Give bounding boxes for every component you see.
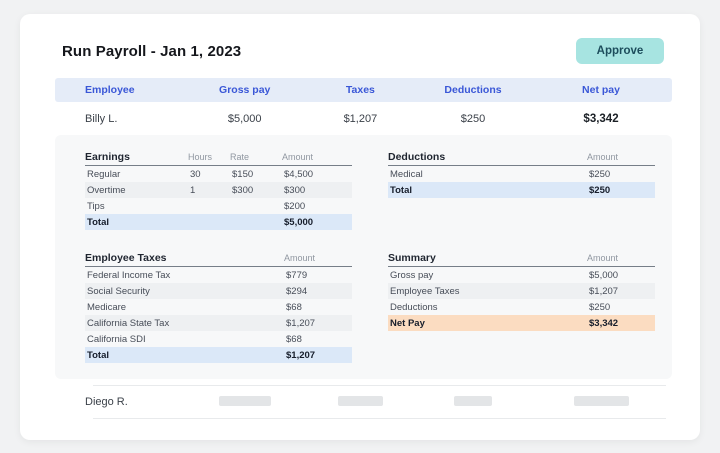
earnings-table: Earnings Hours Rate Amount Regular 30 $1…	[85, 149, 352, 230]
table-row-diego[interactable]: Diego R.	[55, 386, 672, 418]
earnings-rate-header: Rate	[230, 152, 282, 162]
taxes-value: $1,207	[305, 113, 416, 125]
earnings-header-row: Earnings Hours Rate Amount	[85, 149, 352, 166]
deductions-total-row: Total $250	[388, 182, 655, 198]
row-label: Medical	[388, 169, 587, 180]
row-label: Regular	[85, 169, 188, 180]
placeholder-cell	[185, 396, 305, 409]
employee-name: Diego R.	[55, 396, 185, 408]
column-header-net-pay: Net pay	[530, 84, 672, 96]
summary-header-row: Summary Amount	[388, 250, 655, 267]
total-label: Total	[85, 217, 188, 228]
column-header-deductions: Deductions	[416, 84, 530, 96]
total-label: Net Pay	[388, 318, 587, 329]
deductions-row-medical: Medical $250	[388, 166, 655, 182]
row-amount: $250	[587, 302, 655, 313]
earnings-row-tips: Tips $200	[85, 198, 352, 214]
placeholder-bar	[219, 396, 271, 406]
total-amount: $5,000	[282, 217, 352, 228]
placeholder-cell	[530, 396, 672, 409]
row-hours: 30	[188, 169, 230, 180]
row-amount: $200	[282, 201, 352, 212]
total-amount: $3,342	[587, 318, 655, 329]
employee-taxes-title: Employee Taxes	[85, 252, 284, 264]
row-amount: $779	[284, 270, 352, 281]
summary-table: Summary Amount Gross pay $5,000 Employee…	[388, 250, 655, 363]
billy-detail-panel: Earnings Hours Rate Amount Regular 30 $1…	[55, 135, 672, 379]
tax-row-ca-sdi: California SDI $68	[85, 331, 352, 347]
row-amount: $250	[587, 169, 655, 180]
row-label: Federal Income Tax	[85, 270, 284, 281]
total-amount: $1,207	[284, 350, 352, 361]
earnings-row-overtime: Overtime 1 $300 $300	[85, 182, 352, 198]
employee-taxes-amount-header: Amount	[284, 253, 352, 263]
row-amount: $1,207	[587, 286, 655, 297]
row-label: Deductions	[388, 302, 587, 313]
row-amount: $68	[284, 334, 352, 345]
row-amount: $300	[282, 185, 352, 196]
approve-button[interactable]: Approve	[576, 38, 664, 64]
placeholder-cell	[305, 396, 416, 409]
row-rate: $300	[230, 185, 282, 196]
row-label: Social Security	[85, 286, 284, 297]
summary-net-pay-row: Net Pay $3,342	[388, 315, 655, 331]
payroll-card: Run Payroll - Jan 1, 2023 Approve Employ…	[20, 14, 700, 440]
employee-name: Billy L.	[55, 113, 185, 125]
column-header-taxes: Taxes	[305, 84, 416, 96]
employee-taxes-header-row: Employee Taxes Amount	[85, 250, 352, 267]
tax-row-medicare: Medicare $68	[85, 299, 352, 315]
employee-taxes-table: Employee Taxes Amount Federal Income Tax…	[85, 250, 352, 363]
earnings-row-regular: Regular 30 $150 $4,500	[85, 166, 352, 182]
row-label: Overtime	[85, 185, 188, 196]
earnings-total-row: Total $5,000	[85, 214, 352, 230]
row-amount: $5,000	[587, 270, 655, 281]
deductions-header-row: Deductions Amount	[388, 149, 655, 166]
row-rate: $150	[230, 169, 282, 180]
row-label: California SDI	[85, 334, 284, 345]
row-label: California State Tax	[85, 318, 284, 329]
summary-title: Summary	[388, 252, 587, 264]
total-label: Total	[85, 350, 284, 361]
summary-row-employee-taxes: Employee Taxes $1,207	[388, 283, 655, 299]
row-amount: $294	[284, 286, 352, 297]
earnings-title: Earnings	[85, 151, 188, 163]
summary-amount-header: Amount	[587, 253, 655, 263]
net-pay-value: $3,342	[530, 113, 672, 125]
row-label: Employee Taxes	[388, 286, 587, 297]
column-header-employee: Employee	[55, 84, 185, 96]
deductions-table: Deductions Amount Medical $250 Total $25…	[388, 149, 655, 230]
page-title: Run Payroll - Jan 1, 2023	[62, 43, 241, 60]
row-hours: 1	[188, 185, 230, 196]
employee-taxes-total-row: Total $1,207	[85, 347, 352, 363]
row-label: Medicare	[85, 302, 284, 313]
deductions-title: Deductions	[388, 151, 587, 163]
payroll-table: Employee Gross pay Taxes Deductions Net …	[20, 78, 700, 419]
deductions-value: $250	[416, 113, 530, 125]
placeholder-cell	[416, 396, 530, 409]
row-amount: $68	[284, 302, 352, 313]
column-header-gross-pay: Gross pay	[185, 84, 305, 96]
table-header-row: Employee Gross pay Taxes Deductions Net …	[55, 78, 672, 102]
gross-pay-value: $5,000	[185, 113, 305, 125]
deductions-amount-header: Amount	[587, 152, 655, 162]
row-amount: $4,500	[282, 169, 352, 180]
row-amount: $1,207	[284, 318, 352, 329]
placeholder-bar	[454, 396, 492, 406]
row-label: Tips	[85, 201, 188, 212]
placeholder-bar	[338, 396, 383, 406]
tax-row-ca-state-tax: California State Tax $1,207	[85, 315, 352, 331]
table-row-billy[interactable]: Billy L. $5,000 $1,207 $250 $3,342	[55, 102, 672, 135]
total-label: Total	[388, 185, 587, 196]
row-divider	[93, 418, 666, 419]
row-label: Gross pay	[388, 270, 587, 281]
tax-row-social-security: Social Security $294	[85, 283, 352, 299]
card-header: Run Payroll - Jan 1, 2023 Approve	[20, 14, 700, 78]
summary-row-gross-pay: Gross pay $5,000	[388, 267, 655, 283]
summary-row-deductions: Deductions $250	[388, 299, 655, 315]
earnings-hours-header: Hours	[188, 152, 230, 162]
earnings-amount-header: Amount	[282, 152, 352, 162]
placeholder-bar	[574, 396, 629, 406]
tax-row-federal: Federal Income Tax $779	[85, 267, 352, 283]
total-amount: $250	[587, 185, 655, 196]
